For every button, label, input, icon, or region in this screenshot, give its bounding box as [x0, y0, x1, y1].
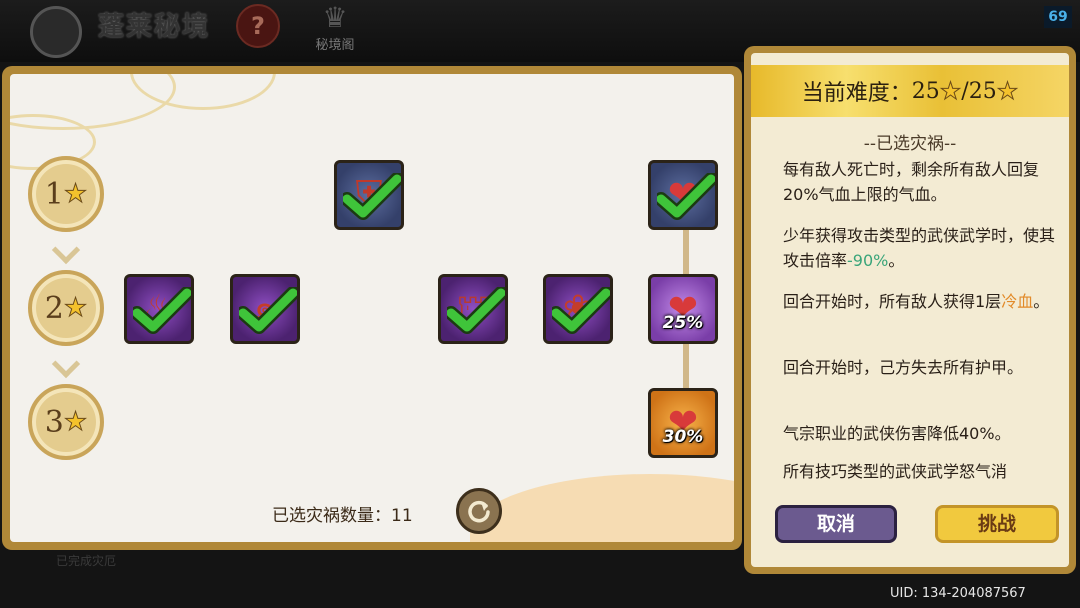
disaster-description: 回合开始时，己方失去所有护甲。 — [783, 355, 1065, 380]
description-text: 。 — [888, 251, 905, 270]
difficulty-current: 25 — [911, 78, 940, 104]
node-percent: 30% — [662, 427, 704, 447]
disaster-description: 回合开始时，所有敌人获得1层冷血。 — [783, 289, 1065, 314]
disaster-node-armor[interactable]: ⛫ — [438, 274, 508, 344]
level-number: 1 — [44, 176, 64, 212]
node-connector — [683, 344, 689, 394]
description-text: 冷血 — [1001, 292, 1034, 311]
help-icon[interactable]: ? — [236, 4, 280, 48]
disaster-node-heart-top[interactable]: ❤ — [648, 160, 718, 230]
reset-button[interactable] — [456, 488, 502, 534]
count-value: 11 — [391, 506, 413, 526]
description-text: -90% — [847, 251, 889, 270]
secret-pavilion-button[interactable]: ♛ 秘境阁 — [300, 2, 370, 60]
selected-disasters-header: --已选灾祸-- — [863, 134, 957, 154]
difficulty-info-panel: 当前难度： 25 ★ / 25 ★ --已选灾祸-- 每有敌人死亡时，剩余所有敌… — [744, 46, 1076, 574]
disaster-node-swirl[interactable]: ๑ — [230, 274, 300, 344]
description-text: 回合开始时，所有敌人获得1层 — [783, 292, 1002, 311]
page-title: 蓬莱秘境 — [98, 12, 211, 42]
level-1-badge: 1 ★ — [28, 156, 104, 232]
disaster-description: 少年获得攻击类型的武侠武学时，使其攻击倍率-90%。 — [783, 223, 1065, 273]
challenge-button[interactable]: 挑战 — [935, 505, 1059, 543]
disaster-description: 气宗职业的武侠伤害降低40%。 — [783, 421, 1065, 446]
description-text: 每有敌人死亡时，剩余所有敌人回复20%气血上限的气血。 — [783, 160, 1040, 204]
chevron-down-icon — [51, 235, 81, 265]
pavilion-icon: ♛ — [322, 1, 348, 34]
disaster-node-flame[interactable]: ♨ — [124, 274, 194, 344]
level-3-badge: 3 ★ — [28, 384, 104, 460]
difficulty-info-content: 当前难度： 25 ★ / 25 ★ --已选灾祸-- 每有敌人死亡时，剩余所有敌… — [751, 53, 1069, 567]
checkmark-icon — [447, 287, 505, 334]
star-icon: ★ — [63, 179, 88, 210]
fps-counter: 69 — [1044, 6, 1072, 28]
disaster-tree-panel: 1 ★ 2 ★ 3 ★ ⛨ ❤ ♨ ๑ ⛫ ❀ ❤ 25% ❤ 30% 已选灾祸数量… — [2, 66, 742, 550]
star-icon: ★ — [63, 293, 88, 324]
description-text: 所有技巧类型的武侠武学怒气消 — [783, 462, 1008, 481]
description-text: 气宗职业的武侠伤害降低40%。 — [783, 424, 1011, 443]
checkmark-icon — [657, 173, 715, 220]
star-icon: ★ — [63, 407, 88, 438]
checkmark-icon — [133, 287, 191, 334]
node-percent: 25% — [662, 313, 704, 333]
difficulty-separator: / — [961, 78, 969, 104]
level-number: 2 — [44, 290, 64, 326]
difficulty-label: 当前难度： — [801, 81, 912, 106]
star-icon: ★ — [996, 77, 1019, 106]
description-text: 。 — [1033, 292, 1050, 311]
difficulty-max: 25 — [968, 78, 997, 104]
disaster-node-heart-25[interactable]: ❤ 25% — [648, 274, 718, 344]
secret-pavilion-label: 秘境阁 — [315, 38, 355, 53]
node-connector — [683, 230, 689, 280]
disaster-node-lotus[interactable]: ❀ — [543, 274, 613, 344]
star-icon: ★ — [939, 77, 962, 106]
disaster-node-shield[interactable]: ⛨ — [334, 160, 404, 230]
disaster-tree-area: 1 ★ 2 ★ 3 ★ ⛨ ❤ ♨ ๑ ⛫ ❀ ❤ 25% ❤ 30% 已选灾祸数量… — [10, 74, 734, 542]
description-text: 少年获得攻击类型的武侠武学时，使其攻击倍率 — [783, 226, 1056, 270]
checkmark-icon — [552, 287, 610, 334]
below-panel-text: 已完成灾厄 — [56, 554, 117, 568]
refresh-icon — [468, 500, 490, 523]
level-2-badge: 2 ★ — [28, 270, 104, 346]
chevron-down-icon — [51, 349, 81, 379]
difficulty-banner: 当前难度： 25 ★ / 25 ★ — [751, 65, 1069, 117]
description-text: 回合开始时，己方失去所有护甲。 — [783, 358, 1024, 377]
home-logo-icon[interactable] — [30, 6, 82, 58]
checkmark-icon — [239, 287, 297, 334]
cancel-button[interactable]: 取消 — [775, 505, 897, 543]
count-label: 已选灾祸数量： — [272, 506, 391, 526]
disaster-description: 所有技巧类型的武侠武学怒气消 — [783, 459, 1065, 484]
selected-disaster-count: 已选灾祸数量：11 — [272, 501, 413, 526]
checkmark-icon — [343, 173, 401, 220]
level-number: 3 — [44, 404, 64, 440]
disaster-description: 每有敌人死亡时，剩余所有敌人回复20%气血上限的气血。 — [783, 157, 1065, 207]
user-id: UID: 134-204087567 — [890, 586, 1026, 601]
wave-decoration — [470, 474, 734, 542]
disaster-node-heart-30[interactable]: ❤ 30% — [648, 388, 718, 458]
